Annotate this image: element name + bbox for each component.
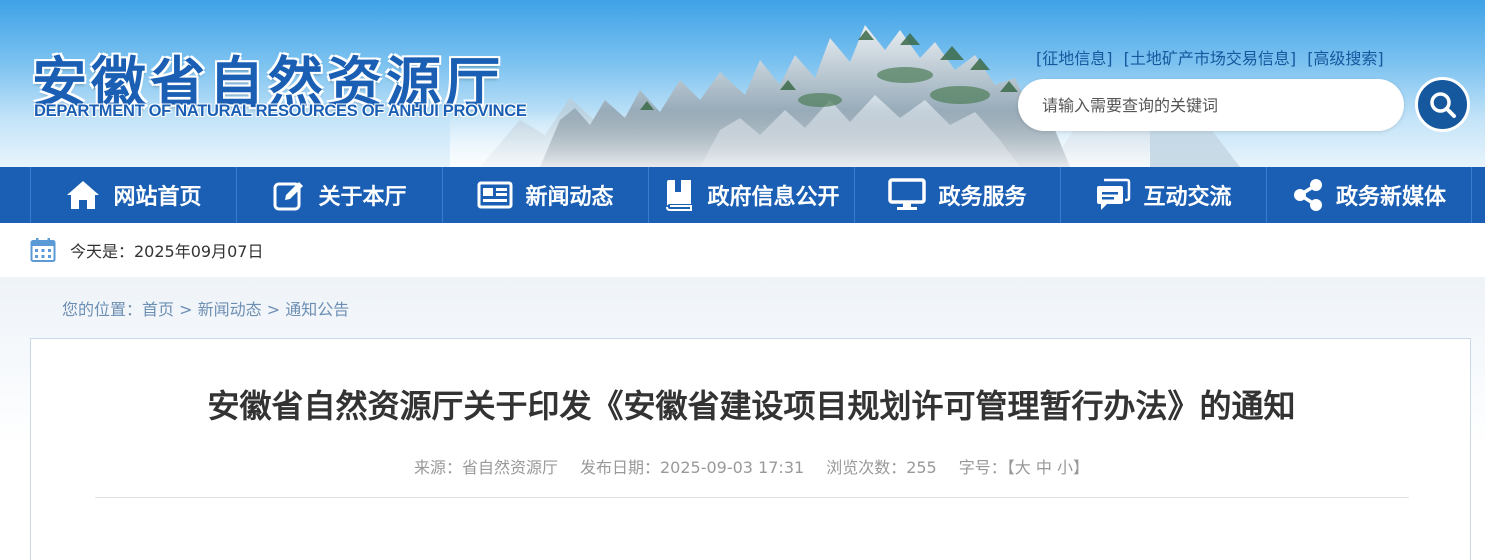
- link-advanced-search[interactable]: [高级搜索]: [1307, 49, 1384, 68]
- nav-item-label: 政务服务: [938, 185, 1027, 210]
- nav-item-gov-info[interactable]: 政府信息公开: [648, 167, 854, 223]
- nav-item-interaction[interactable]: 互动交流: [1060, 167, 1266, 223]
- nav-item-new-media[interactable]: 政务新媒体: [1266, 167, 1472, 223]
- article-card: 安徽省自然资源厅关于印发《安徽省建设项目规划许可管理暂行办法》的通知 来源：省自…: [30, 338, 1471, 560]
- home-icon: [67, 181, 100, 209]
- nav-item-news[interactable]: 新闻动态: [442, 167, 648, 223]
- edit-icon: [273, 182, 304, 211]
- article-views: 浏览次数：255: [826, 458, 937, 477]
- font-size-large-button[interactable]: 大: [1015, 458, 1031, 477]
- main-nav: 网站首页 关于本厅 新闻动态 政府信息公开 政务服务 互动交流 政务新媒体: [0, 167, 1485, 223]
- link-land-mineral-market[interactable]: [土地矿产市场交易信息]: [1124, 49, 1297, 68]
- breadcrumb-news[interactable]: 新闻动态: [198, 300, 262, 319]
- nav-item-about[interactable]: 关于本厅: [236, 167, 442, 223]
- search-button[interactable]: [1415, 77, 1470, 132]
- chat-icon: [1097, 178, 1131, 210]
- article-title: 安徽省自然资源厅关于印发《安徽省建设项目规划许可管理暂行办法》的通知: [207, 387, 1296, 425]
- nav-item-label: 关于本厅: [318, 185, 407, 210]
- header-banner: 安徽省自然资源厅 DEPARTMENT OF NATURAL RESOURCES…: [0, 0, 1485, 167]
- article-divider: [95, 497, 1409, 498]
- article-meta: 来源：省自然资源厅 发布日期：2025-09-03 17:31 浏览次数：255 字号…: [31, 454, 1472, 478]
- nav-item-services[interactable]: 政务服务: [854, 167, 1060, 223]
- share-icon: [1293, 179, 1322, 211]
- breadcrumb: 您的位置：首页 > 新闻动态 > 通知公告: [62, 296, 349, 320]
- news-icon: [477, 181, 513, 209]
- font-size-small-button[interactable]: 小: [1057, 458, 1073, 477]
- font-size-medium-button[interactable]: 中: [1036, 458, 1052, 477]
- nav-item-label: 网站首页: [113, 185, 202, 210]
- article-source: 来源：省自然资源厅: [413, 458, 558, 477]
- breadcrumb-separator: >: [261, 300, 286, 319]
- search-icon: [1429, 91, 1456, 118]
- article-date: 发布日期：2025-09-03 17:31: [580, 458, 805, 477]
- nav-item-label: 政务新媒体: [1335, 185, 1446, 210]
- site-subtitle: DEPARTMENT OF NATURAL RESOURCES OF ANHUI…: [34, 102, 527, 120]
- breadcrumb-separator: >: [174, 300, 198, 319]
- nav-item-label: 互动交流: [1143, 185, 1232, 210]
- search-box: [1018, 79, 1404, 131]
- breadcrumb-notices[interactable]: 通知公告: [285, 300, 349, 319]
- breadcrumb-prefix: 您的位置：: [62, 300, 143, 319]
- breadcrumb-home[interactable]: 首页: [142, 300, 174, 319]
- font-size-label: 字号：: [958, 458, 1007, 477]
- nav-item-home[interactable]: 网站首页: [30, 167, 236, 223]
- nav-item-label: 新闻动态: [525, 185, 614, 210]
- top-links: [征地信息] [土地矿产市场交易信息] [高级搜索]: [1036, 45, 1390, 69]
- nav-item-label: 政府信息公开: [707, 185, 840, 210]
- today-date: 今天是：2025年09月07日: [70, 242, 264, 261]
- date-bar: 今天是：2025年09月07日: [0, 223, 1485, 277]
- monitor-icon: [888, 178, 927, 210]
- font-size-bracket-open: 【: [1006, 458, 1015, 477]
- font-size-bracket-close: 】: [1073, 458, 1090, 477]
- book-icon: [666, 180, 693, 211]
- link-land-requisition-info[interactable]: [征地信息]: [1036, 49, 1113, 68]
- search-input[interactable]: [1042, 95, 1382, 115]
- calendar-icon: [30, 238, 56, 262]
